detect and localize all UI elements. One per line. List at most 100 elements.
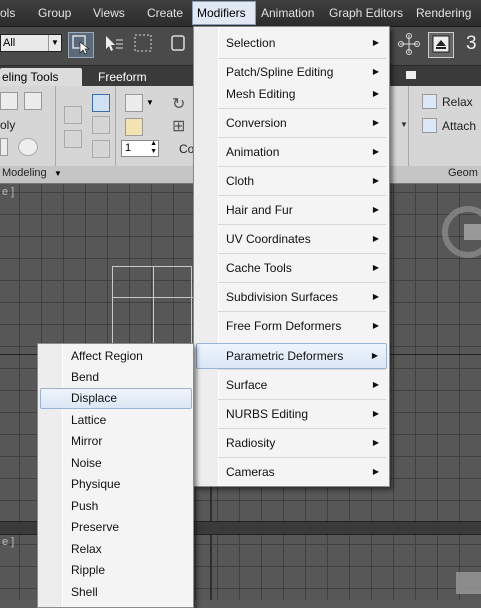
spinner-value: 1 xyxy=(125,142,132,154)
chevron-down-icon[interactable]: ▼ xyxy=(146,98,154,107)
menu-item-selection[interactable]: Selection ▶ xyxy=(196,30,387,56)
menu-item-animation[interactable]: Animation ▶ xyxy=(196,139,387,165)
pivot-icon[interactable] xyxy=(396,32,422,58)
menu-modifiers[interactable]: Modifiers xyxy=(192,1,256,25)
chevron-down-icon[interactable]: ▼ xyxy=(54,169,62,178)
modeling-panel-title[interactable]: Modeling xyxy=(2,167,47,179)
relax-button[interactable]: Relax xyxy=(442,95,473,109)
menu-bar: ols Group Views Create Modifiers Animati… xyxy=(0,0,481,27)
menu-separator xyxy=(218,428,386,429)
tool-icon[interactable] xyxy=(92,140,110,158)
chevron-down-icon[interactable]: ▼ xyxy=(400,120,408,129)
menu-item-label: Selection xyxy=(226,36,276,50)
submenu-item-preserve[interactable]: Preserve xyxy=(40,517,192,538)
attach-button[interactable]: Attach xyxy=(442,119,476,133)
ribbon-divider xyxy=(408,86,409,166)
window-crossing-icon[interactable] xyxy=(162,32,188,58)
menu-item-cameras[interactable]: Cameras ▶ xyxy=(196,459,387,485)
tab-freeform[interactable]: Freeform xyxy=(98,68,147,86)
menu-item-cloth[interactable]: Cloth ▶ xyxy=(196,168,387,194)
submenu-arrow-icon: ▶ xyxy=(372,438,379,447)
attach-icon[interactable] xyxy=(422,118,437,133)
menu-item-label: UV Coordinates xyxy=(226,232,311,246)
polygon-mode-icon[interactable] xyxy=(0,92,18,110)
menu-item-label: Patch/Spline Editing xyxy=(226,65,334,79)
submenu-arrow-icon: ▶ xyxy=(371,351,378,360)
menu-item-radiosity[interactable]: Radiosity ▶ xyxy=(196,430,387,456)
submenu-item-lattice[interactable]: Lattice xyxy=(40,410,192,431)
menu-item-label: Mesh Editing xyxy=(226,87,296,101)
selection-filter-dropdown[interactable]: All ▼ xyxy=(0,34,62,52)
grid-icon[interactable] xyxy=(125,94,143,112)
relax-icon[interactable] xyxy=(422,94,437,109)
spinner-arrows-icon[interactable]: ▲ ▼ xyxy=(150,140,157,156)
viewcube-icon[interactable] xyxy=(442,206,481,258)
menu-separator xyxy=(218,195,386,196)
ribbon-small-btn[interactable] xyxy=(0,138,8,156)
submenu-item-push[interactable]: Push xyxy=(40,496,192,517)
viewport-object[interactable] xyxy=(112,266,193,347)
swift-loop-icon[interactable] xyxy=(92,94,110,112)
menu-separator xyxy=(218,311,386,312)
menu-item-parametric-deformers[interactable]: Parametric Deformers ▶ xyxy=(196,343,387,369)
menu-item-uv-coordinates[interactable]: UV Coordinates ▶ xyxy=(196,226,387,252)
ribbon-divider xyxy=(55,86,56,166)
menu-item-label: Radiosity xyxy=(226,436,276,450)
submenu-arrow-icon: ▶ xyxy=(372,205,379,214)
submenu-item-relax[interactable]: Relax xyxy=(40,539,192,560)
tab-modeling-tools[interactable]: eling Tools xyxy=(0,68,82,86)
menu-animation[interactable]: Animation xyxy=(257,0,318,26)
menu-item-label: Surface xyxy=(226,378,268,392)
menu-item-nurbs-editing[interactable]: NURBS Editing ▶ xyxy=(196,401,387,427)
snap-toggle-icon[interactable] xyxy=(428,32,454,58)
circle-btn-icon[interactable] xyxy=(18,138,38,156)
menu-item-label: Cloth xyxy=(226,174,255,188)
menu-item-conversion[interactable]: Conversion ▶ xyxy=(196,110,387,136)
submenu-item-mirror[interactable]: Mirror xyxy=(40,431,192,452)
menu-item-surface[interactable]: Surface ▶ xyxy=(196,372,387,398)
geometry-panel-title[interactable]: Geom xyxy=(448,167,478,179)
element-mode-icon[interactable] xyxy=(24,92,42,110)
viewcube-icon[interactable] xyxy=(456,572,481,594)
menu-item-mesh-editing[interactable]: Mesh Editing ▶ xyxy=(196,81,387,107)
menu-item-hair-and-fur[interactable]: Hair and Fur ▶ xyxy=(196,197,387,223)
select-by-name-icon[interactable] xyxy=(100,32,126,58)
grid-tool-icon[interactable]: ⊞ xyxy=(172,116,185,136)
menu-item-free-form-deformers[interactable]: Free Form Deformers ▶ xyxy=(196,313,387,339)
viewport-label[interactable]: e ] xyxy=(2,186,14,198)
move-up-icon[interactable] xyxy=(64,106,82,124)
region-select-icon[interactable] xyxy=(130,32,156,58)
menu-separator xyxy=(218,282,386,283)
menu-graph-editors[interactable]: Graph Editors xyxy=(325,0,407,26)
menu-separator xyxy=(218,253,386,254)
menu-separator xyxy=(218,399,386,400)
ribbon-options-icon[interactable] xyxy=(406,71,416,79)
menu-item-label: Hair and Fur xyxy=(226,203,293,217)
menu-create[interactable]: Create xyxy=(143,0,187,26)
submenu-item-ripple[interactable]: Ripple xyxy=(40,560,192,581)
menu-item-subdivision-surfaces[interactable]: Subdivision Surfaces ▶ xyxy=(196,284,387,310)
viewport-label[interactable]: e ] xyxy=(2,536,14,548)
select-object-icon[interactable] xyxy=(68,32,94,58)
pin-icon[interactable] xyxy=(92,116,110,134)
rotate-icon[interactable]: ↻ xyxy=(172,94,185,114)
parametric-deformers-submenu: Affect Region Bend Displace Lattice Mirr… xyxy=(37,343,194,608)
submenu-arrow-icon: ▶ xyxy=(372,292,379,301)
menu-item-cache-tools[interactable]: Cache Tools ▶ xyxy=(196,255,387,281)
menu-separator xyxy=(218,457,386,458)
menu-rendering[interactable]: Rendering xyxy=(412,0,475,26)
submenu-item-noise[interactable]: Noise xyxy=(40,453,192,474)
submenu-item-displace[interactable]: Displace xyxy=(40,388,192,409)
submenu-item-physique[interactable]: Physique xyxy=(40,474,192,495)
submenu-arrow-icon: ▶ xyxy=(372,467,379,476)
viewcube-face xyxy=(464,224,481,240)
menu-item-label: Animation xyxy=(226,145,280,159)
submenu-item-affect-region[interactable]: Affect Region xyxy=(40,346,192,367)
iterations-spinner[interactable]: 1 ▲ ▼ xyxy=(121,140,159,157)
move-down-icon[interactable] xyxy=(64,130,82,148)
menu-group[interactable]: Group xyxy=(34,0,75,26)
paint-icon[interactable] xyxy=(125,118,143,136)
menu-views[interactable]: Views xyxy=(89,0,129,26)
menu-tools[interactable]: ols xyxy=(0,0,19,26)
submenu-item-bend[interactable]: Bend xyxy=(40,367,192,388)
